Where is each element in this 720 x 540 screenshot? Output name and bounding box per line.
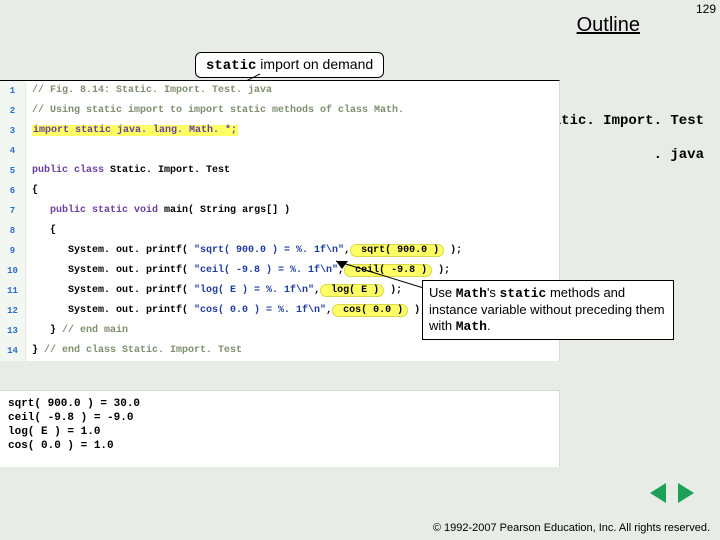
l12b: "cos( 0.0 ) = %. 1f\n"	[188, 305, 326, 316]
c2-math: Math	[456, 286, 487, 301]
c2-end: .	[487, 318, 491, 333]
slide: 129 Outline static import on demand Stat…	[0, 0, 720, 540]
l10d: ceil( -9.8 )	[344, 264, 432, 277]
l11d: log( E )	[320, 284, 384, 297]
l11a: System. out. printf(	[32, 285, 188, 296]
l11e: );	[384, 285, 402, 296]
line-8: {	[32, 225, 56, 236]
out-4: cos( 0.0 ) = 1.0	[8, 439, 551, 453]
line-6: {	[32, 185, 38, 196]
l9b: "sqrt( 900.0 ) = %. 1f\n"	[188, 245, 344, 256]
out-1: sqrt( 900.0 ) = 30.0	[8, 397, 551, 411]
line-1: // Fig. 8.14: Static. Import. Test. java	[32, 85, 272, 96]
out-3: log( E ) = 1.0	[8, 425, 551, 439]
filename-class: Static. Import. Test	[536, 113, 704, 129]
line-7a: public static void	[32, 205, 158, 216]
program-output: sqrt( 900.0 ) = 30.0 ceil( -9.8 ) = -9.0…	[0, 390, 560, 467]
next-button[interactable]	[678, 483, 694, 503]
l9d: sqrt( 900.0 )	[350, 244, 444, 257]
l12a: System. out. printf(	[32, 305, 188, 316]
prev-button[interactable]	[650, 483, 666, 503]
filename-ext: . java	[654, 147, 704, 163]
l13b: // end main	[56, 325, 128, 336]
c2-mid1: 's	[487, 285, 500, 300]
c2-math2: Math	[456, 319, 487, 334]
copyright: © 1992-2007 Pearson Education, Inc. All …	[433, 522, 710, 534]
c2-pre: Use	[429, 285, 456, 300]
line-2: // Using static import to import static …	[32, 105, 404, 116]
l10a: System. out. printf(	[32, 265, 188, 276]
line-5b: Static. Import. Test	[104, 165, 230, 176]
out-2: ceil( -9.8 ) = -9.0	[8, 411, 551, 425]
line-7b: main(	[158, 205, 194, 216]
callout-math-usage: Use Math's static methods and instance v…	[422, 280, 674, 340]
line-7d: args[] )	[236, 205, 290, 216]
l10b: "ceil( -9.8 ) = %. 1f\n"	[188, 265, 338, 276]
line-5a: public class	[32, 165, 104, 176]
c2-static: static	[500, 286, 547, 301]
outline-title: Outline	[577, 14, 640, 37]
l10e: );	[432, 265, 450, 276]
l14b: // end class Static. Import. Test	[38, 345, 242, 356]
line-3: import static java. lang. Math. *;	[32, 125, 238, 136]
kw-static: static	[206, 58, 256, 74]
l12d: cos( 0.0 )	[332, 304, 408, 317]
l11b: "log( E ) = %. 1f\n"	[188, 285, 314, 296]
page-number: 129	[696, 2, 716, 16]
line-7c: String	[194, 205, 236, 216]
callout-top-rest: import on demand	[256, 56, 373, 72]
callout-static-import: static import on demand	[195, 52, 384, 78]
l9a: System. out. printf(	[32, 245, 188, 256]
l13a: }	[32, 325, 56, 336]
l9e: );	[444, 245, 462, 256]
nav-controls	[646, 483, 698, 508]
